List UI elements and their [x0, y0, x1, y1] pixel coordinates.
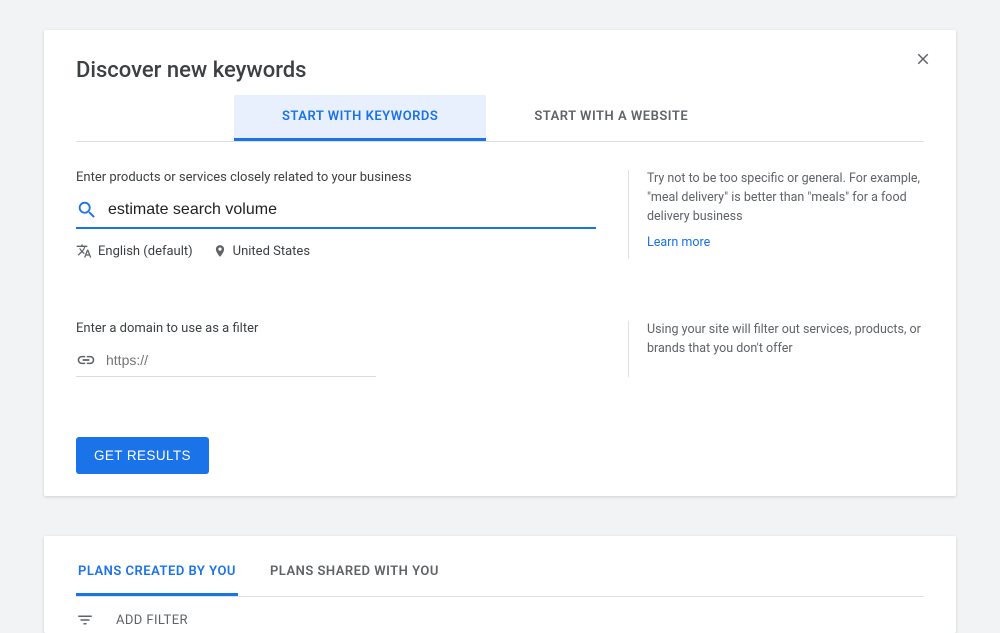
domain-label: Enter a domain to use as a filter — [76, 321, 596, 336]
search-icon — [76, 199, 98, 221]
filter-row: ADD FILTER — [76, 597, 924, 633]
tab-start-with-keywords[interactable]: START WITH KEYWORDS — [234, 95, 486, 141]
card-title: Discover new keywords — [76, 58, 924, 83]
close-button[interactable] — [914, 50, 932, 68]
product-tip: Try not to be too specific or general. F… — [628, 170, 924, 259]
product-row: Enter products or services closely relat… — [76, 170, 924, 259]
tab-start-with-website[interactable]: START WITH A WEBSITE — [486, 95, 736, 141]
location-icon — [213, 244, 227, 258]
domain-field[interactable] — [76, 346, 376, 377]
link-icon — [76, 350, 96, 370]
domain-tip-text: Using your site will filter out services… — [647, 321, 924, 359]
product-left: Enter products or services closely relat… — [76, 170, 596, 259]
domain-row: Enter a domain to use as a filter Using … — [76, 321, 924, 377]
domain-left: Enter a domain to use as a filter — [76, 321, 596, 377]
location-selector[interactable]: United States — [233, 244, 310, 259]
filter-icon[interactable] — [76, 611, 94, 629]
tab-plans-by-you[interactable]: PLANS CREATED BY YOU — [76, 556, 238, 596]
get-results-button[interactable]: GET RESULTS — [76, 437, 209, 474]
translate-icon — [76, 243, 92, 259]
keyword-search-field[interactable] — [76, 195, 596, 229]
locale-row: English (default) United States — [76, 243, 596, 259]
discover-tabs: START WITH KEYWORDS START WITH A WEBSITE — [76, 95, 924, 142]
close-icon — [914, 50, 932, 68]
add-filter-button[interactable]: ADD FILTER — [116, 613, 188, 628]
learn-more-link[interactable]: Learn more — [647, 234, 710, 253]
keyword-input[interactable] — [108, 201, 596, 219]
tab-plans-shared[interactable]: PLANS SHARED WITH YOU — [268, 556, 441, 596]
domain-tip: Using your site will filter out services… — [628, 321, 924, 377]
tip-text: Try not to be too specific or general. F… — [647, 170, 924, 226]
plans-card: PLANS CREATED BY YOU PLANS SHARED WITH Y… — [44, 536, 956, 633]
language-selector[interactable]: English (default) — [98, 244, 193, 259]
product-label: Enter products or services closely relat… — [76, 170, 596, 185]
plans-tabs: PLANS CREATED BY YOU PLANS SHARED WITH Y… — [76, 556, 924, 597]
domain-input[interactable] — [106, 352, 376, 368]
discover-keywords-card: Discover new keywords START WITH KEYWORD… — [44, 30, 956, 496]
tab-spacer — [76, 95, 234, 141]
